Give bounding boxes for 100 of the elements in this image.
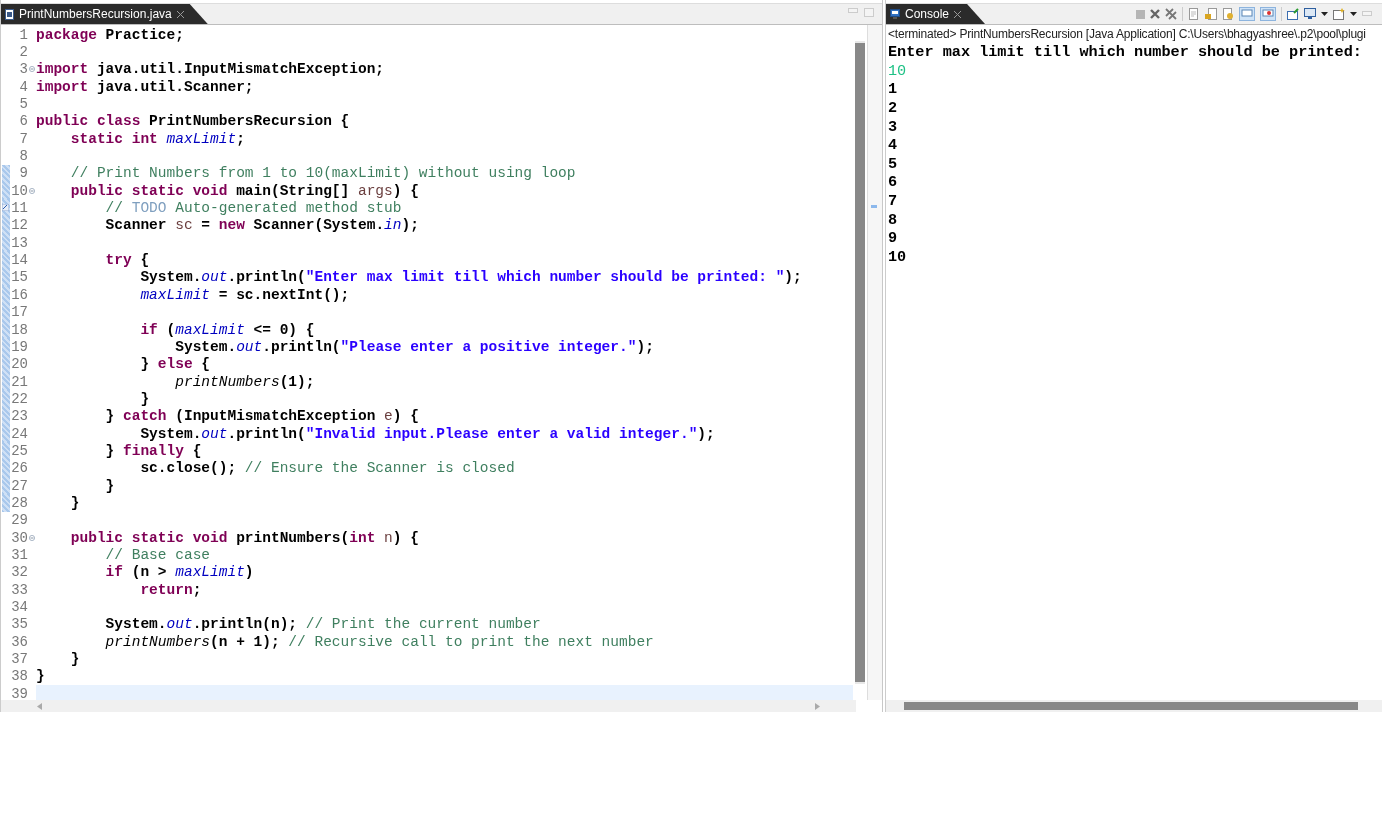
- line-number: 29: [10, 512, 28, 529]
- line-number: 14: [10, 252, 28, 269]
- line-number: 4: [18, 78, 28, 95]
- code-line: public class PrintNumbersRecursion {: [36, 113, 350, 130]
- line-number: 25: [10, 442, 28, 459]
- console-line: 7: [888, 192, 899, 211]
- code-line: // Base case: [104, 547, 211, 563]
- console-line: 9: [888, 229, 899, 249]
- line-number: 9: [18, 165, 28, 182]
- square-icon[interactable]: [1136, 9, 1145, 19]
- console-line: 10: [888, 61, 908, 81]
- new-console-icon[interactable]: [1333, 8, 1345, 20]
- code-line: System.out.println("Enter max limit till which number should be printed: ");: [139, 269, 802, 286]
- display-icon[interactable]: [1304, 8, 1316, 20]
- console-line: 6: [888, 173, 899, 193]
- code-line: static int maxLimit;: [69, 130, 245, 147]
- console-line: Enter max limit till which number should be printed:: [888, 43, 1363, 62]
- console-line: 4: [888, 136, 899, 155]
- line-number: 15: [10, 269, 28, 286]
- console-line: 8: [888, 210, 899, 230]
- line-number: 36: [10, 633, 28, 650]
- console-line: 5: [888, 154, 899, 174]
- dropdown-caret-icon[interactable]: [1321, 12, 1328, 16]
- remove-all-icon[interactable]: [1165, 8, 1177, 20]
- code-line: System.out.println("Invalid input.Please enter a valid integer.");: [139, 425, 715, 442]
- minimize-icon[interactable]: [1362, 11, 1372, 17]
- maximize-icon[interactable]: [864, 8, 874, 17]
- line-number: 24: [10, 425, 28, 442]
- line-number: 37: [10, 651, 28, 668]
- code-line: System.out.println(n); // Print the current number: [104, 616, 541, 633]
- fold-icon[interactable]: [29, 66, 35, 73]
- horizontal-scrollbar[interactable]: [886, 700, 1382, 712]
- pin-document-icon[interactable]: [1222, 8, 1234, 20]
- line-number: 21: [10, 373, 28, 390]
- line-number: 13: [10, 234, 28, 251]
- line-number: 6: [18, 113, 28, 130]
- code-line: if (maxLimit <= 0) {: [139, 321, 315, 338]
- console-tab[interactable]: Console: [886, 4, 986, 24]
- console-header: <terminated> PrintNumbersRecursion [Java Application] C:\Users\bhagyashree\.p2\pool\plugi: [888, 27, 1367, 41]
- java-file-icon: [5, 8, 14, 20]
- code-line: }: [104, 477, 115, 494]
- line-number: 33: [10, 581, 28, 598]
- line-number: 11: [10, 200, 28, 217]
- fold-icon[interactable]: [29, 187, 35, 194]
- code-line: package Practice;: [36, 26, 184, 43]
- vertical-scrollbar[interactable]: [855, 41, 865, 684]
- document-icon[interactable]: [1188, 8, 1200, 20]
- code-line: sc.close(); // Ensure the Scanner is closed: [139, 460, 515, 477]
- line-number: 7: [18, 130, 28, 147]
- line-number: 23: [10, 408, 28, 425]
- console-line: 2: [888, 98, 899, 118]
- code-line: }: [69, 651, 80, 668]
- line-number: 12: [10, 217, 28, 234]
- line-number: 30: [10, 529, 28, 546]
- pin-icon[interactable]: [1287, 8, 1299, 20]
- code-line: public static void printNumbers(int n) {: [69, 529, 419, 546]
- code-line: } finally {: [104, 442, 202, 459]
- code-line: Scanner sc = new Scanner(System.in);: [104, 217, 419, 234]
- dropdown-caret-icon[interactable]: [1350, 12, 1357, 16]
- line-number: 8: [18, 148, 28, 165]
- line-number: 38: [10, 668, 28, 685]
- code-line: return;: [139, 581, 202, 598]
- code-line: System.out.println("Please enter a positive integer.");: [174, 338, 654, 355]
- line-number: 35: [10, 616, 28, 633]
- code-line: maxLimit = sc.nextInt();: [139, 286, 350, 303]
- line-number: 2: [18, 44, 28, 60]
- line-number: 18: [10, 321, 28, 338]
- monitor-icon: [890, 9, 900, 19]
- horizontal-scrollbar[interactable]: [1, 700, 856, 712]
- code-line: } else {: [139, 356, 211, 373]
- code-line: }: [36, 668, 45, 685]
- close-icon[interactable]: [176, 10, 184, 18]
- right-arrow-icon[interactable]: [815, 702, 820, 710]
- line-number: 20: [10, 356, 28, 373]
- code-line: import java.util.Scanner;: [36, 78, 254, 95]
- line-number: 19: [10, 338, 28, 355]
- code-line: import java.util.InputMismatchException;: [36, 61, 385, 78]
- line-number: 16: [10, 286, 28, 303]
- code-line: } catch (InputMismatchException e) {: [104, 408, 419, 425]
- console-line: 1: [888, 80, 899, 99]
- code-line: }: [69, 494, 80, 511]
- code-line: public static void main(String[] args) {: [69, 182, 419, 199]
- remove-icon[interactable]: [1150, 9, 1160, 19]
- left-arrow-icon[interactable]: [37, 702, 42, 710]
- fold-icon[interactable]: [29, 534, 35, 541]
- lock-document-icon[interactable]: [1205, 8, 1217, 20]
- line-number: 39: [10, 685, 28, 700]
- code-line: // Print Numbers from 1 to 10(maxLimit) without using loop: [69, 165, 576, 182]
- console-line: 3: [888, 117, 899, 137]
- line-number: 27: [10, 477, 28, 494]
- line-number: 31: [10, 547, 28, 563]
- line-number: 34: [10, 599, 28, 615]
- line-number: 26: [10, 460, 28, 477]
- code-line: // TODO Auto-generated method stub: [104, 200, 402, 217]
- editor-tab[interactable]: PrintNumbersRecursion.java: [1, 4, 208, 24]
- close-icon[interactable]: [954, 10, 962, 18]
- code-line: }: [139, 390, 150, 407]
- line-number: 5: [18, 96, 28, 113]
- code-line: printNumbers(n + 1); // Recursive call to print the next number: [104, 633, 654, 650]
- minimize-icon[interactable]: [848, 8, 858, 14]
